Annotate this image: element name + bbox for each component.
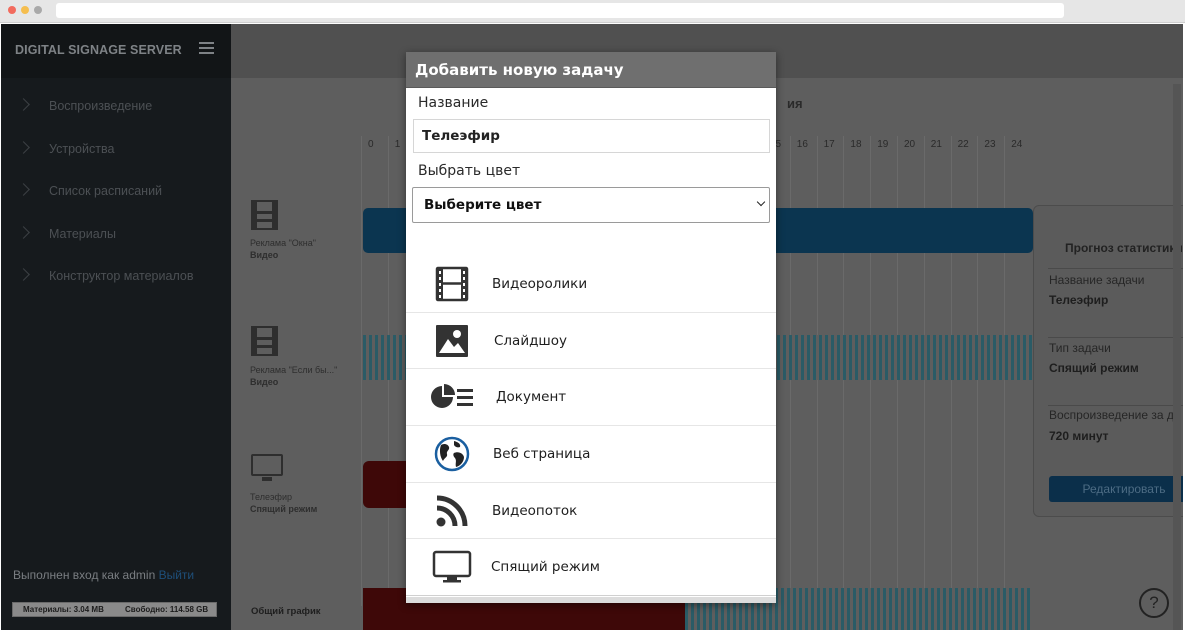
sidebar-item-label: Устройства bbox=[49, 141, 115, 156]
task-type-label: Веб страница bbox=[493, 446, 591, 463]
brand-title: DIGITAL SIGNAGE SERVER bbox=[15, 43, 182, 57]
stats-panel: Прогноз статистики Название задачи Телеэ… bbox=[1033, 205, 1183, 517]
logout-link[interactable]: Выйти bbox=[159, 568, 195, 582]
page-title: ия bbox=[787, 96, 803, 111]
scrollbar[interactable] bbox=[1173, 84, 1181, 630]
sidebar-item-playback[interactable]: Воспроизведение bbox=[1, 90, 231, 133]
storage-free: Свободно: 114.58 GB bbox=[125, 605, 209, 614]
close-window-dot[interactable] bbox=[8, 6, 16, 14]
row-label: Реклама "Окна" Видео bbox=[250, 237, 316, 261]
task-type-video[interactable]: Видеоролики bbox=[406, 256, 776, 313]
task-type-document[interactable]: Документ bbox=[406, 369, 776, 427]
divider bbox=[1048, 405, 1183, 406]
total-schedule-label: Общий график bbox=[251, 606, 321, 617]
color-label: Выбрать цвет bbox=[418, 163, 521, 179]
sidebar-item-material-builder[interactable]: Конструктор материалов bbox=[1, 260, 231, 303]
chevron-right-icon bbox=[17, 268, 30, 282]
row-label: Телеэфир Спящий режим bbox=[250, 491, 317, 515]
stats-value: 720 минут bbox=[1049, 429, 1109, 443]
hour-label: 16 bbox=[796, 139, 808, 150]
stats-label: Воспроизведение за де bbox=[1049, 408, 1181, 422]
sidebar: DIGITAL SIGNAGE SERVER Воспроизведение У… bbox=[1, 24, 231, 630]
task-type-list: Видеоролики Слайдшоу Документ Веб страни… bbox=[406, 256, 776, 597]
edit-button[interactable]: Редактировать bbox=[1049, 476, 1183, 502]
task-type-stream[interactable]: Видеопоток bbox=[406, 483, 776, 540]
rss-icon bbox=[436, 495, 468, 527]
sidebar-item-label: Воспроизведение bbox=[49, 99, 153, 113]
color-select-value: Выберите цвет bbox=[424, 197, 542, 213]
hour-label: 24 bbox=[1011, 139, 1023, 150]
stats-label: Тип задачи bbox=[1049, 341, 1111, 355]
divider bbox=[1048, 337, 1183, 338]
minimize-window-dot[interactable] bbox=[21, 6, 29, 14]
sidebar-nav: Воспроизведение Устройства Список распис… bbox=[1, 90, 231, 303]
task-type-label: Документ bbox=[496, 389, 567, 406]
task-type-webpage[interactable]: Веб страница bbox=[406, 426, 776, 483]
stats-label: Название задачи bbox=[1049, 273, 1145, 287]
film-icon bbox=[435, 266, 469, 302]
task-name-input[interactable]: Телеэфир bbox=[413, 119, 770, 153]
menu-icon[interactable] bbox=[199, 42, 214, 54]
document-chart-icon bbox=[431, 384, 473, 409]
storage-info: Материалы: 3.04 MB Свободно: 114.58 GB bbox=[12, 602, 217, 617]
add-task-modal: Добавить новую задачу Название Телеэфир … bbox=[406, 52, 776, 603]
sidebar-header: DIGITAL SIGNAGE SERVER bbox=[1, 24, 231, 78]
chevron-down-icon bbox=[756, 197, 766, 207]
row-type: Видео bbox=[250, 250, 279, 260]
task-type-label: Спящий режим bbox=[491, 559, 600, 576]
row-label: Реклама "Если бы..." Видео bbox=[250, 364, 337, 388]
task-type-label: Видеопоток bbox=[492, 502, 578, 519]
browser-chrome bbox=[0, 0, 1185, 23]
hour-label: 17 bbox=[823, 139, 835, 150]
chevron-right-icon bbox=[17, 225, 30, 239]
divider bbox=[1048, 268, 1183, 269]
modal-footer bbox=[406, 597, 776, 603]
storage-used: Материалы: 3.04 MB bbox=[23, 605, 104, 614]
sidebar-item-label: Материалы bbox=[49, 226, 116, 241]
sidebar-item-materials[interactable]: Материалы bbox=[1, 218, 231, 261]
hour-label: 23 bbox=[984, 139, 996, 150]
globe-icon bbox=[434, 436, 470, 472]
stats-title: Прогноз статистики bbox=[1065, 241, 1183, 255]
image-icon bbox=[436, 324, 468, 357]
hour-label: 0 bbox=[368, 139, 374, 150]
login-text: Выполнен вход как admin bbox=[13, 568, 156, 582]
task-type-sleep[interactable]: Спящий режим bbox=[406, 539, 776, 597]
modal-title: Добавить новую задачу bbox=[406, 52, 776, 88]
color-select[interactable]: Выберите цвет bbox=[412, 187, 770, 223]
task-type-slideshow[interactable]: Слайдшоу bbox=[406, 313, 776, 370]
hour-label: 19 bbox=[877, 139, 889, 150]
name-label: Название bbox=[418, 95, 489, 111]
row-name: Реклама "Если бы..." bbox=[250, 365, 338, 375]
row-name: Телеэфир bbox=[250, 492, 292, 502]
help-icon[interactable]: ? bbox=[1139, 588, 1169, 618]
sidebar-item-devices[interactable]: Устройства bbox=[1, 133, 231, 176]
task-type-label: Видеоролики bbox=[492, 276, 588, 292]
task-type-label: Слайдшоу bbox=[494, 332, 568, 349]
sidebar-item-label: Конструктор материалов bbox=[49, 269, 194, 284]
film-icon bbox=[251, 200, 278, 230]
monitor-icon bbox=[432, 551, 472, 583]
row-type: Спящий режим bbox=[250, 504, 318, 514]
hour-label: 20 bbox=[904, 139, 916, 150]
row-name: Реклама "Окна" bbox=[250, 238, 316, 248]
login-status: Выполнен вход как admin Выйти bbox=[13, 568, 194, 582]
sidebar-item-label: Список расписаний bbox=[49, 184, 163, 199]
maximize-window-dot[interactable] bbox=[34, 6, 42, 14]
chevron-right-icon bbox=[17, 98, 30, 111]
film-icon bbox=[251, 326, 278, 356]
chevron-right-icon bbox=[17, 140, 30, 154]
monitor-icon bbox=[251, 454, 283, 481]
chevron-right-icon bbox=[17, 183, 30, 197]
address-bar[interactable] bbox=[56, 3, 1064, 18]
hour-label: 21 bbox=[930, 139, 942, 150]
stats-value: Телеэфир bbox=[1049, 293, 1109, 307]
hour-label: 22 bbox=[957, 139, 969, 150]
sidebar-item-schedules[interactable]: Список расписаний bbox=[1, 175, 231, 218]
row-type: Видео bbox=[250, 377, 279, 387]
stats-value: Спящий режим bbox=[1049, 361, 1139, 375]
hour-label: 18 bbox=[850, 139, 862, 150]
